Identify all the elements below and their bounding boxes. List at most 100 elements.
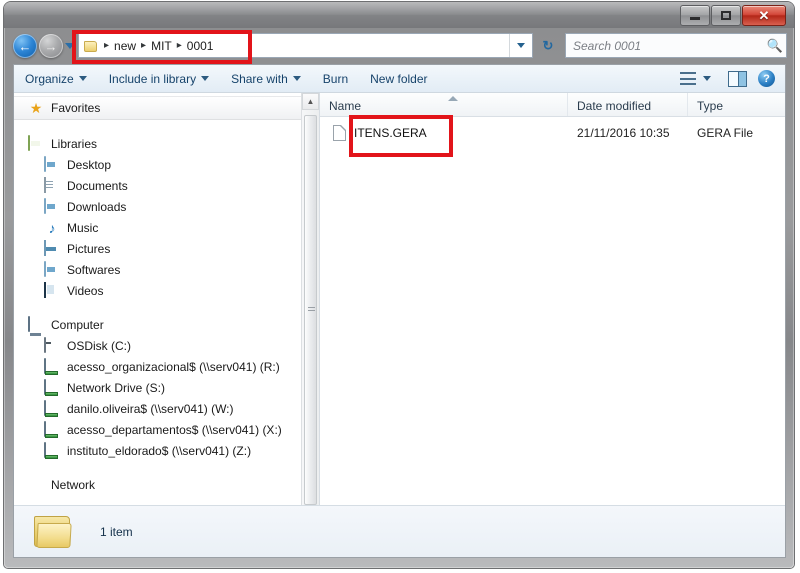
sidebar-item-instituto-eldorado[interactable]: instituto_eldorado$ (\\serv041) (Z:): [14, 440, 319, 461]
breadcrumb: ▸ new ▸ MIT ▸ 0001: [83, 34, 509, 57]
hard-drive-icon: [44, 336, 60, 354]
sidebar-item-desktop[interactable]: Desktop: [14, 154, 319, 175]
sidebar-item-videos[interactable]: Videos: [14, 280, 319, 301]
column-header-type-label: Type: [697, 99, 724, 113]
address-bar[interactable]: ▸ new ▸ MIT ▸ 0001: [78, 33, 533, 58]
column-header-row: Name Date modified Type: [320, 93, 785, 117]
table-row[interactable]: ITENS.GERA 21/11/2016 10:35 GERA File: [320, 121, 785, 145]
close-icon: ✕: [758, 8, 770, 23]
sidebar-item-pictures[interactable]: Pictures: [14, 238, 319, 259]
include-in-library-label: Include in library: [108, 71, 197, 86]
maximize-icon: [721, 11, 731, 20]
network-drive-icon: [44, 420, 60, 438]
generic-file-icon: [333, 125, 346, 141]
burn-button[interactable]: Burn: [312, 65, 359, 92]
title-bar-gloss: [4, 2, 794, 15]
scroll-up-button[interactable]: ▲: [302, 93, 319, 110]
favorites-label: Favorites: [51, 101, 101, 115]
change-view-button[interactable]: [676, 65, 700, 92]
view-dropdown-button[interactable]: [703, 65, 717, 92]
breadcrumb-separator-2[interactable]: ▸: [177, 40, 182, 51]
explorer-window: ✕ ← → ▸ new ▸ MIT ▸ 0001 ↻ Search 0001 🔍…: [4, 2, 794, 568]
search-icon: 🔍: [766, 37, 784, 53]
file-name-label: ITENS.GERA: [354, 126, 427, 140]
refresh-button[interactable]: ↻: [536, 33, 560, 58]
preview-pane-button[interactable]: [720, 65, 755, 92]
organize-button[interactable]: Organize: [14, 65, 98, 92]
breadcrumb-item-0001[interactable]: 0001: [187, 39, 214, 53]
videos-label: Videos: [67, 283, 104, 298]
library-icon: [28, 134, 44, 152]
videos-library-icon: [44, 281, 60, 299]
network-drive-icon: [44, 441, 60, 459]
chevron-down-icon: [292, 76, 301, 81]
screen: ✕ ← → ▸ new ▸ MIT ▸ 0001 ↻ Search 0001 🔍…: [0, 0, 800, 573]
folder-icon: [32, 514, 78, 550]
new-folder-button[interactable]: New folder: [359, 65, 438, 92]
column-header-date-label: Date modified: [577, 99, 652, 113]
command-toolbar: Organize Include in library Share with B…: [14, 65, 785, 93]
close-button[interactable]: ✕: [742, 5, 786, 26]
column-header-name[interactable]: Name: [320, 93, 568, 116]
chevron-down-icon: [201, 76, 210, 81]
preview-pane-icon: [728, 70, 747, 87]
sidebar-item-acesso-organizacional[interactable]: acesso_organizacional$ (\\serv041) (R:): [14, 356, 319, 377]
burn-label: Burn: [322, 71, 349, 86]
include-in-library-button[interactable]: Include in library: [98, 65, 220, 92]
address-dropdown-button[interactable]: [509, 34, 532, 57]
forward-button[interactable]: →: [39, 34, 63, 58]
sidebar-item-network-drive-s[interactable]: Network Drive (S:): [14, 377, 319, 398]
sidebar-item-osdisk[interactable]: OSDisk (C:): [14, 335, 319, 356]
sidebar-item-softwares[interactable]: Softwares: [14, 259, 319, 280]
computer-icon: [28, 315, 44, 333]
downloads-label: Downloads: [67, 199, 127, 214]
sidebar-item-documents[interactable]: Documents: [14, 175, 319, 196]
search-input[interactable]: Search 0001: [566, 39, 764, 53]
sidebar-item-computer[interactable]: Computer: [14, 314, 319, 335]
status-bar: 1 item: [14, 505, 785, 557]
share-with-button[interactable]: Share with: [220, 65, 312, 92]
back-button[interactable]: ←: [13, 34, 37, 58]
breadcrumb-separator-1[interactable]: ▸: [141, 40, 146, 51]
downloads-library-icon: [44, 197, 60, 215]
sidebar-item-music[interactable]: ♪ Music: [14, 217, 319, 238]
file-name-cell[interactable]: ITENS.GERA: [320, 125, 568, 141]
sidebar-item-favorites[interactable]: ★ Favorites: [14, 96, 319, 120]
scrollbar-thumb[interactable]: [304, 115, 317, 505]
toolbar-right-group: ?: [676, 65, 781, 92]
share-with-label: Share with: [231, 71, 288, 86]
sidebar-item-downloads[interactable]: Downloads: [14, 196, 319, 217]
sidebar-item-libraries[interactable]: Libraries: [14, 133, 319, 154]
softwares-label: Softwares: [67, 262, 121, 277]
column-header-date-modified[interactable]: Date modified: [568, 93, 688, 116]
column-header-name-label: Name: [329, 99, 362, 113]
sidebar-item-network[interactable]: Network: [14, 474, 319, 495]
minimize-icon: [690, 17, 700, 20]
breadcrumb-separator-0[interactable]: ▸: [104, 40, 109, 51]
breadcrumb-item-new[interactable]: new: [114, 39, 136, 53]
column-header-type[interactable]: Type: [688, 93, 785, 116]
file-list-pane: Name Date modified Type ITENS.GERA 21/11…: [320, 93, 785, 532]
file-type-cell: GERA File: [697, 126, 754, 140]
sort-ascending-icon: [448, 96, 458, 101]
softwares-library-icon: [44, 260, 60, 278]
maximize-button[interactable]: [711, 5, 741, 26]
file-date-cell: 21/11/2016 10:35: [577, 126, 670, 140]
search-box[interactable]: Search 0001 🔍: [565, 33, 787, 58]
sidebar-item-acesso-departamentos[interactable]: acesso_departamentos$ (\\serv041) (X:): [14, 419, 319, 440]
triangle-up-icon: ▲: [306, 97, 315, 106]
computer-label: Computer: [51, 317, 104, 332]
organize-label: Organize: [25, 71, 74, 86]
window-controls: ✕: [680, 5, 786, 26]
sidebar-item-danilo-oliveira[interactable]: danilo.oliveira$ (\\serv041) (W:): [14, 398, 319, 419]
help-icon: ?: [758, 70, 775, 87]
recent-locations-icon[interactable]: [65, 43, 75, 49]
breadcrumb-item-mit[interactable]: MIT: [151, 39, 172, 53]
network-icon: [28, 477, 44, 493]
minimize-button[interactable]: [680, 5, 710, 26]
navigation-pane-scrollbar[interactable]: ▲ ▼: [301, 93, 319, 532]
view-list-icon: [680, 72, 696, 85]
title-bar[interactable]: ✕: [4, 2, 794, 28]
help-button[interactable]: ?: [758, 65, 781, 92]
